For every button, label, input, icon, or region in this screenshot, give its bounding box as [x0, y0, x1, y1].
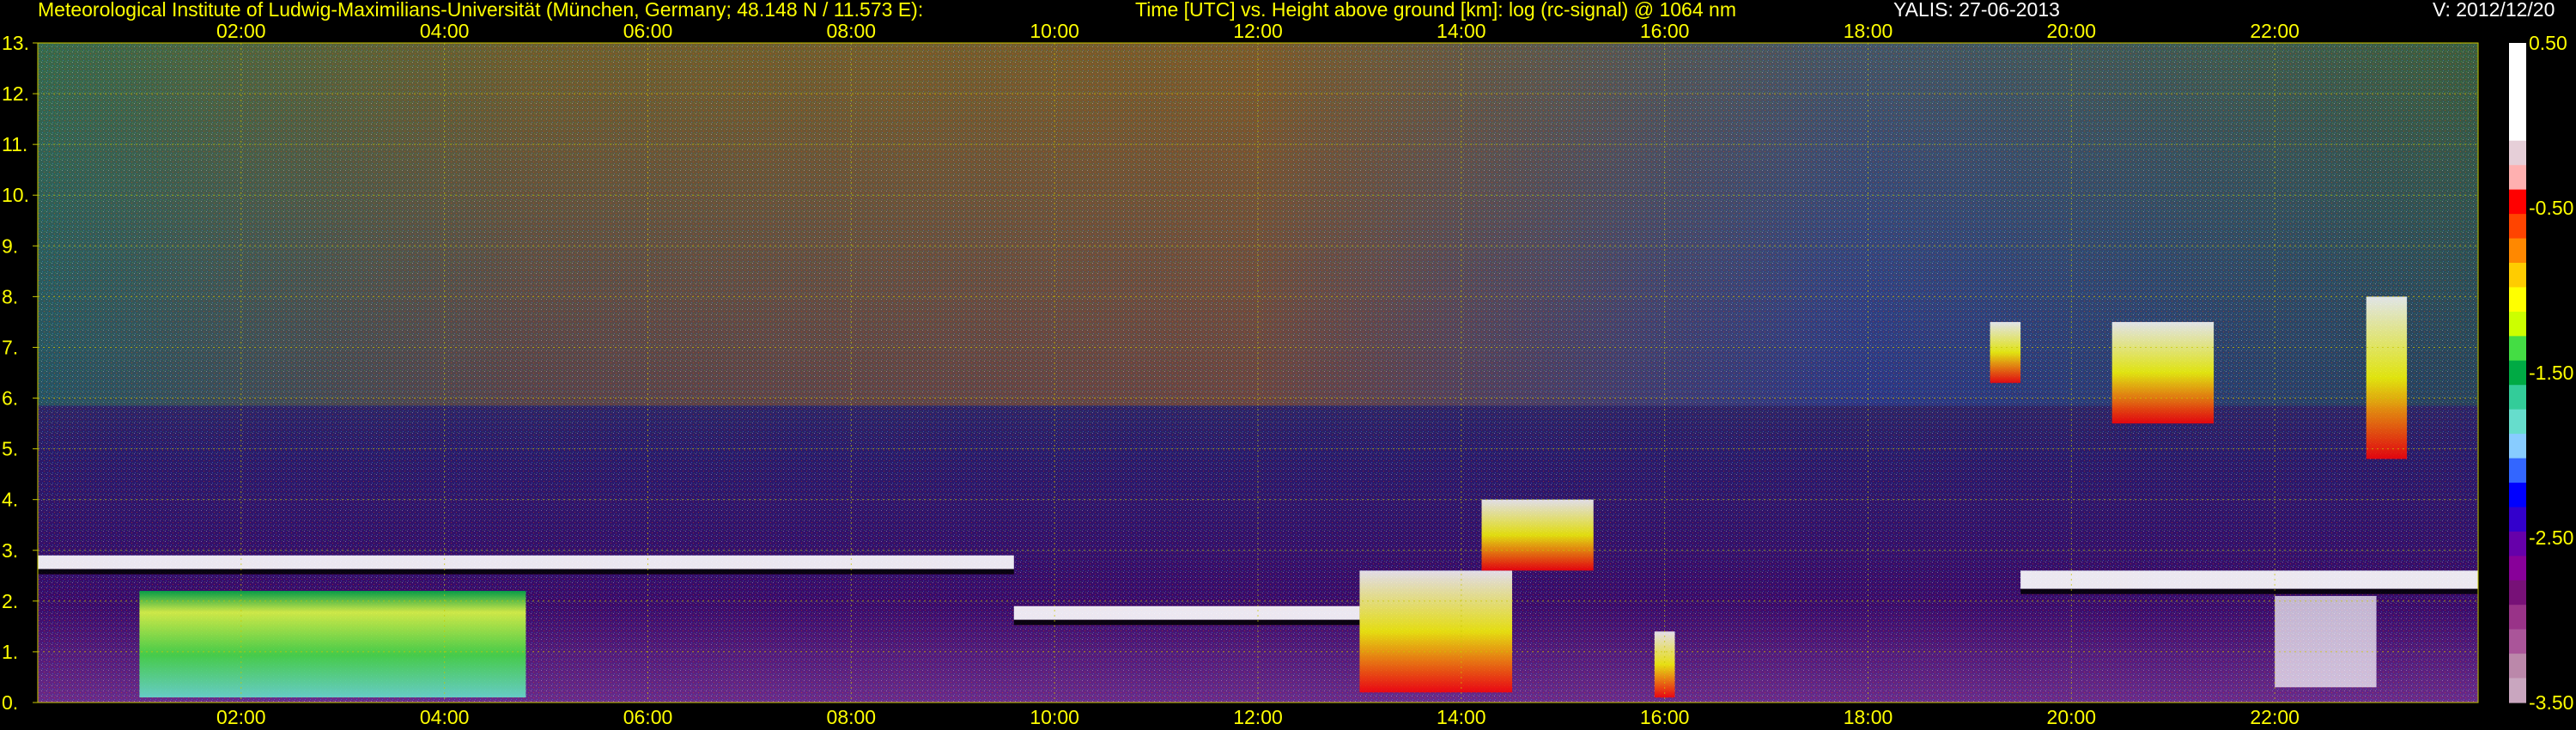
y-tick-label: 5. [2, 438, 18, 460]
x-ticks-top: 02:00 04:00 06:00 08:00 10:00 12:00 14:00 16:00… [216, 20, 2300, 42]
colorbar-swatch [2509, 483, 2526, 508]
colorbar-swatch [2509, 140, 2526, 166]
boundary-layer-top-shadow [38, 569, 1014, 575]
y-tick-label: 9. [2, 234, 18, 257]
colorbar-swatch [2509, 409, 2526, 435]
x-tick-label-bottom: 14:00 [1437, 706, 1486, 728]
colorbar-swatch [2509, 116, 2526, 142]
boundary-layer-top [38, 555, 1014, 569]
evening-boundary-layer [2020, 570, 2478, 589]
y-ticks: 0. 1. 2. 3. 4. 5. 6. 7. 8. 9. 10. 11. 12. 13. [2, 32, 38, 714]
colorbar-swatch [2509, 531, 2526, 557]
colorbar-swatch [2509, 238, 2526, 264]
colorbar-swatch [2509, 189, 2526, 215]
x-tick-label-top: 20:00 [2047, 20, 2097, 42]
colorbar-tick-label: 0.50 [2529, 32, 2567, 54]
x-tick-label-top: 08:00 [827, 20, 877, 42]
residual-layer [1013, 605, 1360, 620]
x-tick-label-bottom: 16:00 [1640, 706, 1690, 728]
colorbar-swatch [2509, 654, 2526, 679]
boundary-layer-aerosol [139, 591, 526, 698]
y-tick-label: 1. [2, 641, 18, 663]
y-tick-label: 13. [2, 32, 29, 54]
x-tick-label-top: 04:00 [420, 20, 470, 42]
colorbar-swatch [2509, 556, 2526, 581]
x-tick-label-top: 02:00 [216, 20, 266, 42]
x-tick-label-top: 16:00 [1640, 20, 1690, 42]
y-tick-label: 6. [2, 387, 18, 410]
x-tick-label-bottom: 22:00 [2250, 706, 2300, 728]
x-tick-label-top: 18:00 [1844, 20, 1893, 42]
colorbar-swatch [2509, 91, 2526, 117]
x-tick-label-top: 06:00 [623, 20, 673, 42]
y-tick-label: 7. [2, 336, 18, 358]
x-tick-label-bottom: 10:00 [1030, 706, 1079, 728]
colorbar-swatch [2509, 360, 2526, 386]
x-tick-label-top: 22:00 [2250, 20, 2300, 42]
lidar-chart: 02:00 04:00 06:00 08:00 10:00 12:00 14:00 16:00… [2, 20, 2573, 728]
colorbar-tick-label: -2.50 [2529, 526, 2573, 549]
y-tick-label: 11. [2, 133, 27, 155]
y-tick-label: 3. [2, 539, 18, 562]
evening-boundary-layer-shadow [2020, 588, 2478, 594]
x-tick-label-bottom: 02:00 [216, 706, 266, 728]
x-tick-label-bottom: 12:00 [1233, 706, 1283, 728]
colorbar-tick-label: -3.50 [2529, 691, 2573, 714]
mid-level-cloud-2 [2111, 321, 2215, 424]
y-tick-label: 0. [2, 691, 18, 714]
colorbar-swatch [2509, 385, 2526, 411]
x-tick-label-bottom: 08:00 [827, 706, 877, 728]
colorbar-swatch [2509, 507, 2526, 532]
mid-level-cloud-1 [1990, 321, 2021, 383]
y-tick-label: 4. [2, 489, 18, 511]
colorbar-swatch [2509, 263, 2526, 289]
colorbar-swatch [2509, 43, 2526, 69]
colorbar-tick-label: -0.50 [2529, 197, 2573, 219]
x-tick-label-bottom: 04:00 [420, 706, 470, 728]
x-tick-label-bottom: 20:00 [2047, 706, 2097, 728]
convective-cloud-2 [1481, 499, 1594, 571]
colorbar-swatch [2509, 311, 2526, 337]
y-tick-label: 10. [2, 184, 29, 206]
mid-level-cloud-3 [2366, 296, 2408, 459]
evening-low-cloud [2275, 595, 2377, 688]
x-ticks-bottom: 02:00 04:00 06:00 08:00 10:00 12:00 14:00 16:00… [216, 706, 2300, 728]
colorbar-swatch [2509, 67, 2526, 93]
colorbar-swatch [2509, 336, 2526, 362]
residual-layer-shadow [1013, 619, 1360, 625]
colorbar-swatch [2509, 287, 2526, 313]
x-tick-label-top: 14:00 [1437, 20, 1486, 42]
y-tick-label: 12. [2, 82, 29, 105]
x-tick-label-bottom: 06:00 [623, 706, 673, 728]
colorbar-swatch [2509, 165, 2526, 191]
colorbar-swatch [2509, 434, 2526, 459]
colorbar-tick-label: -1.50 [2529, 362, 2573, 384]
y-tick-label: 8. [2, 285, 18, 307]
y-tick-label: 2. [2, 590, 18, 612]
colorbar-swatch [2509, 605, 2526, 630]
colorbar-swatch [2509, 629, 2526, 654]
convective-cloud-1 [1359, 570, 1513, 693]
x-tick-label-top: 12:00 [1233, 20, 1283, 42]
colorbar-swatch [2509, 678, 2526, 703]
colorbar-swatch [2509, 458, 2526, 484]
colorbar-swatch [2509, 214, 2526, 240]
x-tick-label-bottom: 18:00 [1844, 706, 1893, 728]
colorbar: 0.50 -0.50 -1.50 -2.50 -3.50 [2509, 32, 2573, 714]
colorbar-swatch [2509, 580, 2526, 605]
x-tick-label-top: 10:00 [1030, 20, 1079, 42]
